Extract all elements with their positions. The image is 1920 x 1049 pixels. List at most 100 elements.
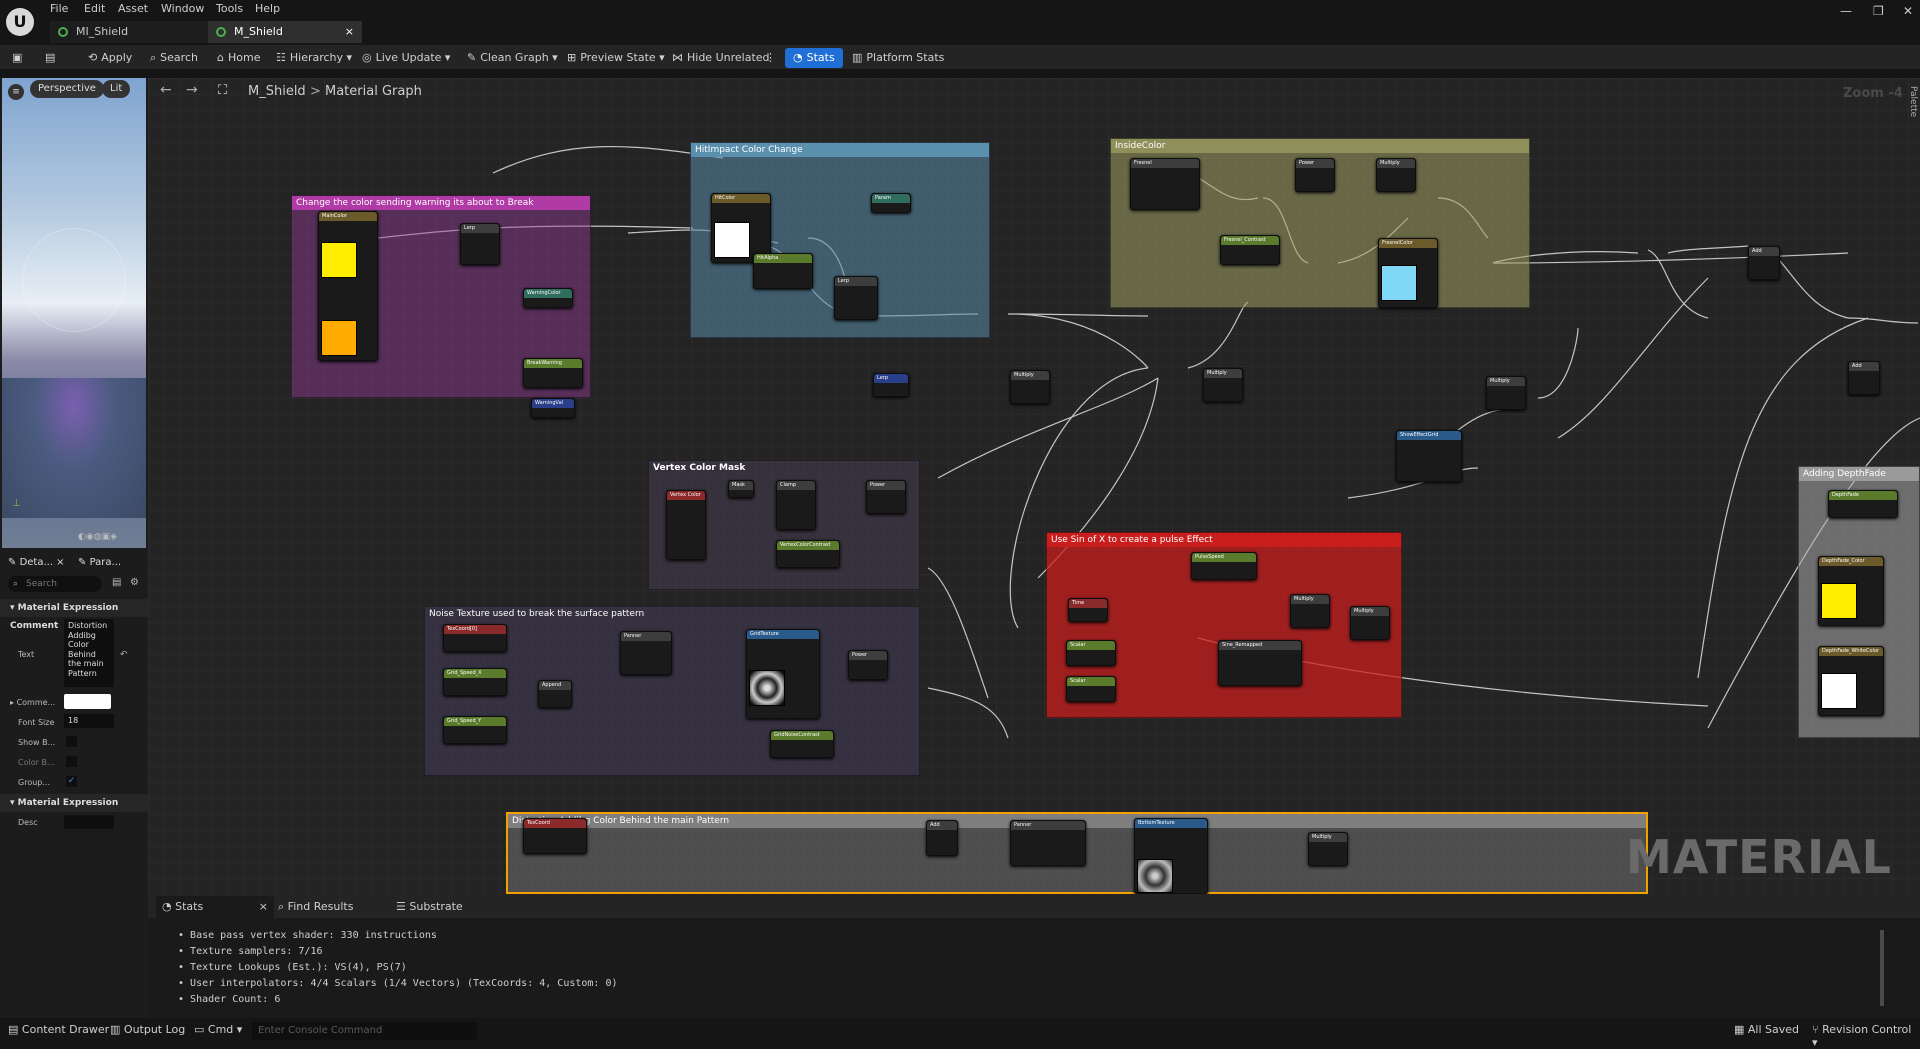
- node-power[interactable]: Power: [1295, 158, 1335, 192]
- node-switch-param[interactable]: ShowEffectGrid: [1396, 430, 1462, 482]
- minimize-icon[interactable]: —: [1840, 4, 1852, 18]
- menu-file[interactable]: File: [50, 2, 68, 15]
- node-power-b[interactable]: Power: [866, 480, 906, 514]
- menu-asset[interactable]: Asset: [118, 2, 148, 15]
- node-depthfade-white[interactable]: DepthFade_WhiteColor: [1818, 646, 1884, 716]
- node-hit-param[interactable]: Lerp: [873, 373, 909, 397]
- parameters-tab[interactable]: ✎ Para...: [78, 552, 121, 574]
- node-grid-texture[interactable]: GridTexture: [746, 629, 820, 719]
- revision-control-button[interactable]: ⑂ Revision Control ▾: [1812, 1023, 1920, 1049]
- tab-mi-shield[interactable]: MI_Shield: [50, 21, 208, 43]
- node-fresnel-contrast[interactable]: Fresnel_Contrast: [1220, 235, 1280, 265]
- browse-icon[interactable]: ▤: [45, 48, 55, 68]
- node-multiply-c[interactable]: Multiply: [1350, 606, 1390, 640]
- menu-edit[interactable]: Edit: [84, 2, 105, 15]
- node-vertex-contrast[interactable]: VertexColorContrast: [776, 540, 840, 568]
- node-multiply-a[interactable]: Multiply: [1376, 158, 1416, 192]
- node-multiply-g[interactable]: Multiply: [1486, 376, 1526, 410]
- node-texcoord[interactable]: TexCoord[0]: [443, 624, 507, 652]
- comment-noise-title[interactable]: Noise Texture used to break the surface …: [425, 607, 919, 621]
- node-param-a[interactable]: Param: [871, 193, 911, 213]
- menu-help[interactable]: Help: [255, 2, 280, 15]
- material-graph-canvas[interactable]: ← → ⛶ M_Shield > Material Graph Zoom -4 …: [148, 78, 1920, 894]
- close-window-icon[interactable]: ✕: [1903, 4, 1913, 18]
- node-grid-noise-contrast[interactable]: GridNoiseContrast: [770, 730, 834, 758]
- all-saved-indicator[interactable]: ▦ All Saved: [1734, 1023, 1799, 1036]
- node-lerp[interactable]: Lerp: [460, 223, 500, 265]
- node-texcoord-b[interactable]: TexCoord: [523, 818, 587, 854]
- menu-window[interactable]: Window: [161, 2, 204, 15]
- show-bubble-checkbox[interactable]: [66, 736, 77, 747]
- text-value-field[interactable]: Distortion Addibg Color Behind the main …: [64, 619, 114, 687]
- node-depthfade-color[interactable]: DepthFade_Color: [1818, 556, 1884, 626]
- search-button[interactable]: ⌕ Search: [150, 48, 198, 68]
- unreal-logo-icon[interactable]: U: [6, 8, 34, 36]
- lit-button[interactable]: Lit: [102, 80, 131, 98]
- desc-input[interactable]: [64, 815, 114, 829]
- close-tab-icon[interactable]: ×: [345, 21, 354, 43]
- save-icon[interactable]: ▣: [12, 48, 22, 68]
- node-sine-remapped[interactable]: Sine_Remapped: [1218, 640, 1302, 686]
- content-drawer-button[interactable]: ▤ Content Drawer: [8, 1023, 109, 1036]
- menu-tools[interactable]: Tools: [216, 2, 243, 15]
- node-scalar-a[interactable]: Scalar: [1066, 640, 1116, 666]
- group-mode-checkbox[interactable]: ✓: [66, 776, 77, 787]
- node-mask[interactable]: Mask: [728, 480, 754, 498]
- comment-hitimpact-title[interactable]: HitImpact Color Change: [691, 143, 989, 157]
- node-power-c[interactable]: Power: [848, 650, 888, 680]
- node-add-c[interactable]: Add: [1848, 361, 1880, 395]
- preview-state-button[interactable]: ⊞ Preview State ▾: [567, 48, 665, 68]
- node-multiply-d[interactable]: Multiply: [1308, 832, 1348, 866]
- node-add-a[interactable]: Add: [926, 820, 958, 856]
- node-panner[interactable]: Panner: [620, 631, 672, 675]
- clean-graph-button[interactable]: ✎ Clean Graph ▾: [467, 48, 558, 68]
- node-fresnel[interactable]: Fresnel: [1130, 158, 1200, 210]
- node-clamp[interactable]: Clamp: [776, 480, 816, 530]
- table-view-icon[interactable]: ▤: [112, 577, 121, 588]
- tab-m-shield[interactable]: M_Shield ×: [208, 21, 362, 43]
- node-append[interactable]: Append: [538, 680, 572, 708]
- node-multiply-f[interactable]: Multiply: [1203, 368, 1243, 402]
- comment-inside-title[interactable]: InsideColor: [1111, 139, 1529, 153]
- section-expression-comment[interactable]: ▾ Material Expression Comment: [0, 599, 148, 631]
- cmd-dropdown[interactable]: ▭ Cmd ▾: [194, 1023, 242, 1036]
- details-tab[interactable]: ✎ Deta... ×: [8, 552, 65, 574]
- font-size-input[interactable]: 18: [64, 714, 114, 728]
- node-warning-val[interactable]: WarningVal: [531, 398, 575, 418]
- comment-depth-title[interactable]: Adding DepthFade: [1799, 467, 1919, 481]
- node-warning-color[interactable]: WarningColor: [523, 288, 573, 308]
- tab-substrate[interactable]: ☰ Substrate: [396, 896, 463, 918]
- node-panner-b[interactable]: Panner: [1010, 820, 1086, 866]
- color-bubble-checkbox[interactable]: [66, 756, 77, 767]
- settings-gear-icon[interactable]: ⚙: [130, 577, 139, 588]
- preview-viewport[interactable]: ≡ Perspective Lit ⊥ ◐◉◍▣◈: [2, 78, 146, 548]
- close-stats-icon[interactable]: ×: [259, 896, 268, 918]
- comment-vertex-title[interactable]: Vertex Color Mask: [649, 461, 919, 475]
- node-hit-alpha[interactable]: HitAlpha: [753, 253, 813, 289]
- node-add-b[interactable]: Add: [1748, 246, 1780, 280]
- hierarchy-button[interactable]: ☷ Hierarchy ▾: [276, 48, 352, 68]
- details-search-input[interactable]: ⌕ Search: [8, 576, 102, 592]
- node-breakwarning[interactable]: BreakWarning: [523, 358, 583, 388]
- maximize-icon[interactable]: ❐: [1873, 4, 1884, 18]
- node-grid-speed-x[interactable]: Grid_Speed_X: [443, 668, 507, 696]
- node-multiply-e[interactable]: Multiply: [1010, 370, 1050, 404]
- comment-color-swatch[interactable]: [64, 694, 111, 709]
- node-grid-speed-y[interactable]: Grid_Speed_Y: [443, 716, 507, 744]
- comment-pulse-title[interactable]: Use Sin of X to create a pulse Effect: [1047, 533, 1401, 547]
- node-lerp-hit[interactable]: Lerp: [834, 276, 878, 320]
- reset-icon[interactable]: ↶: [120, 650, 128, 660]
- preview-shape-icons[interactable]: ◐◉◍▣◈: [78, 532, 117, 542]
- platform-stats-button[interactable]: ▥ Platform Stats: [852, 48, 944, 68]
- home-button[interactable]: ⌂ Home: [217, 48, 260, 68]
- apply-button[interactable]: ⟲ Apply: [88, 48, 132, 68]
- hide-unrelated-button[interactable]: ⋈ Hide Unrelated: [672, 48, 770, 68]
- tab-find-results[interactable]: ⌕ Find Results: [278, 896, 353, 918]
- perspective-button[interactable]: Perspective: [30, 80, 104, 98]
- node-scalar-b[interactable]: Scalar: [1066, 676, 1116, 702]
- node-main-color[interactable]: MainColor: [318, 211, 378, 361]
- node-pulse-speed[interactable]: PulseSpeed: [1191, 552, 1257, 580]
- node-time[interactable]: Time: [1068, 598, 1108, 622]
- node-bottom-texture[interactable]: BottomTexture: [1134, 818, 1208, 894]
- stats-scrollbar[interactable]: [1880, 930, 1884, 1006]
